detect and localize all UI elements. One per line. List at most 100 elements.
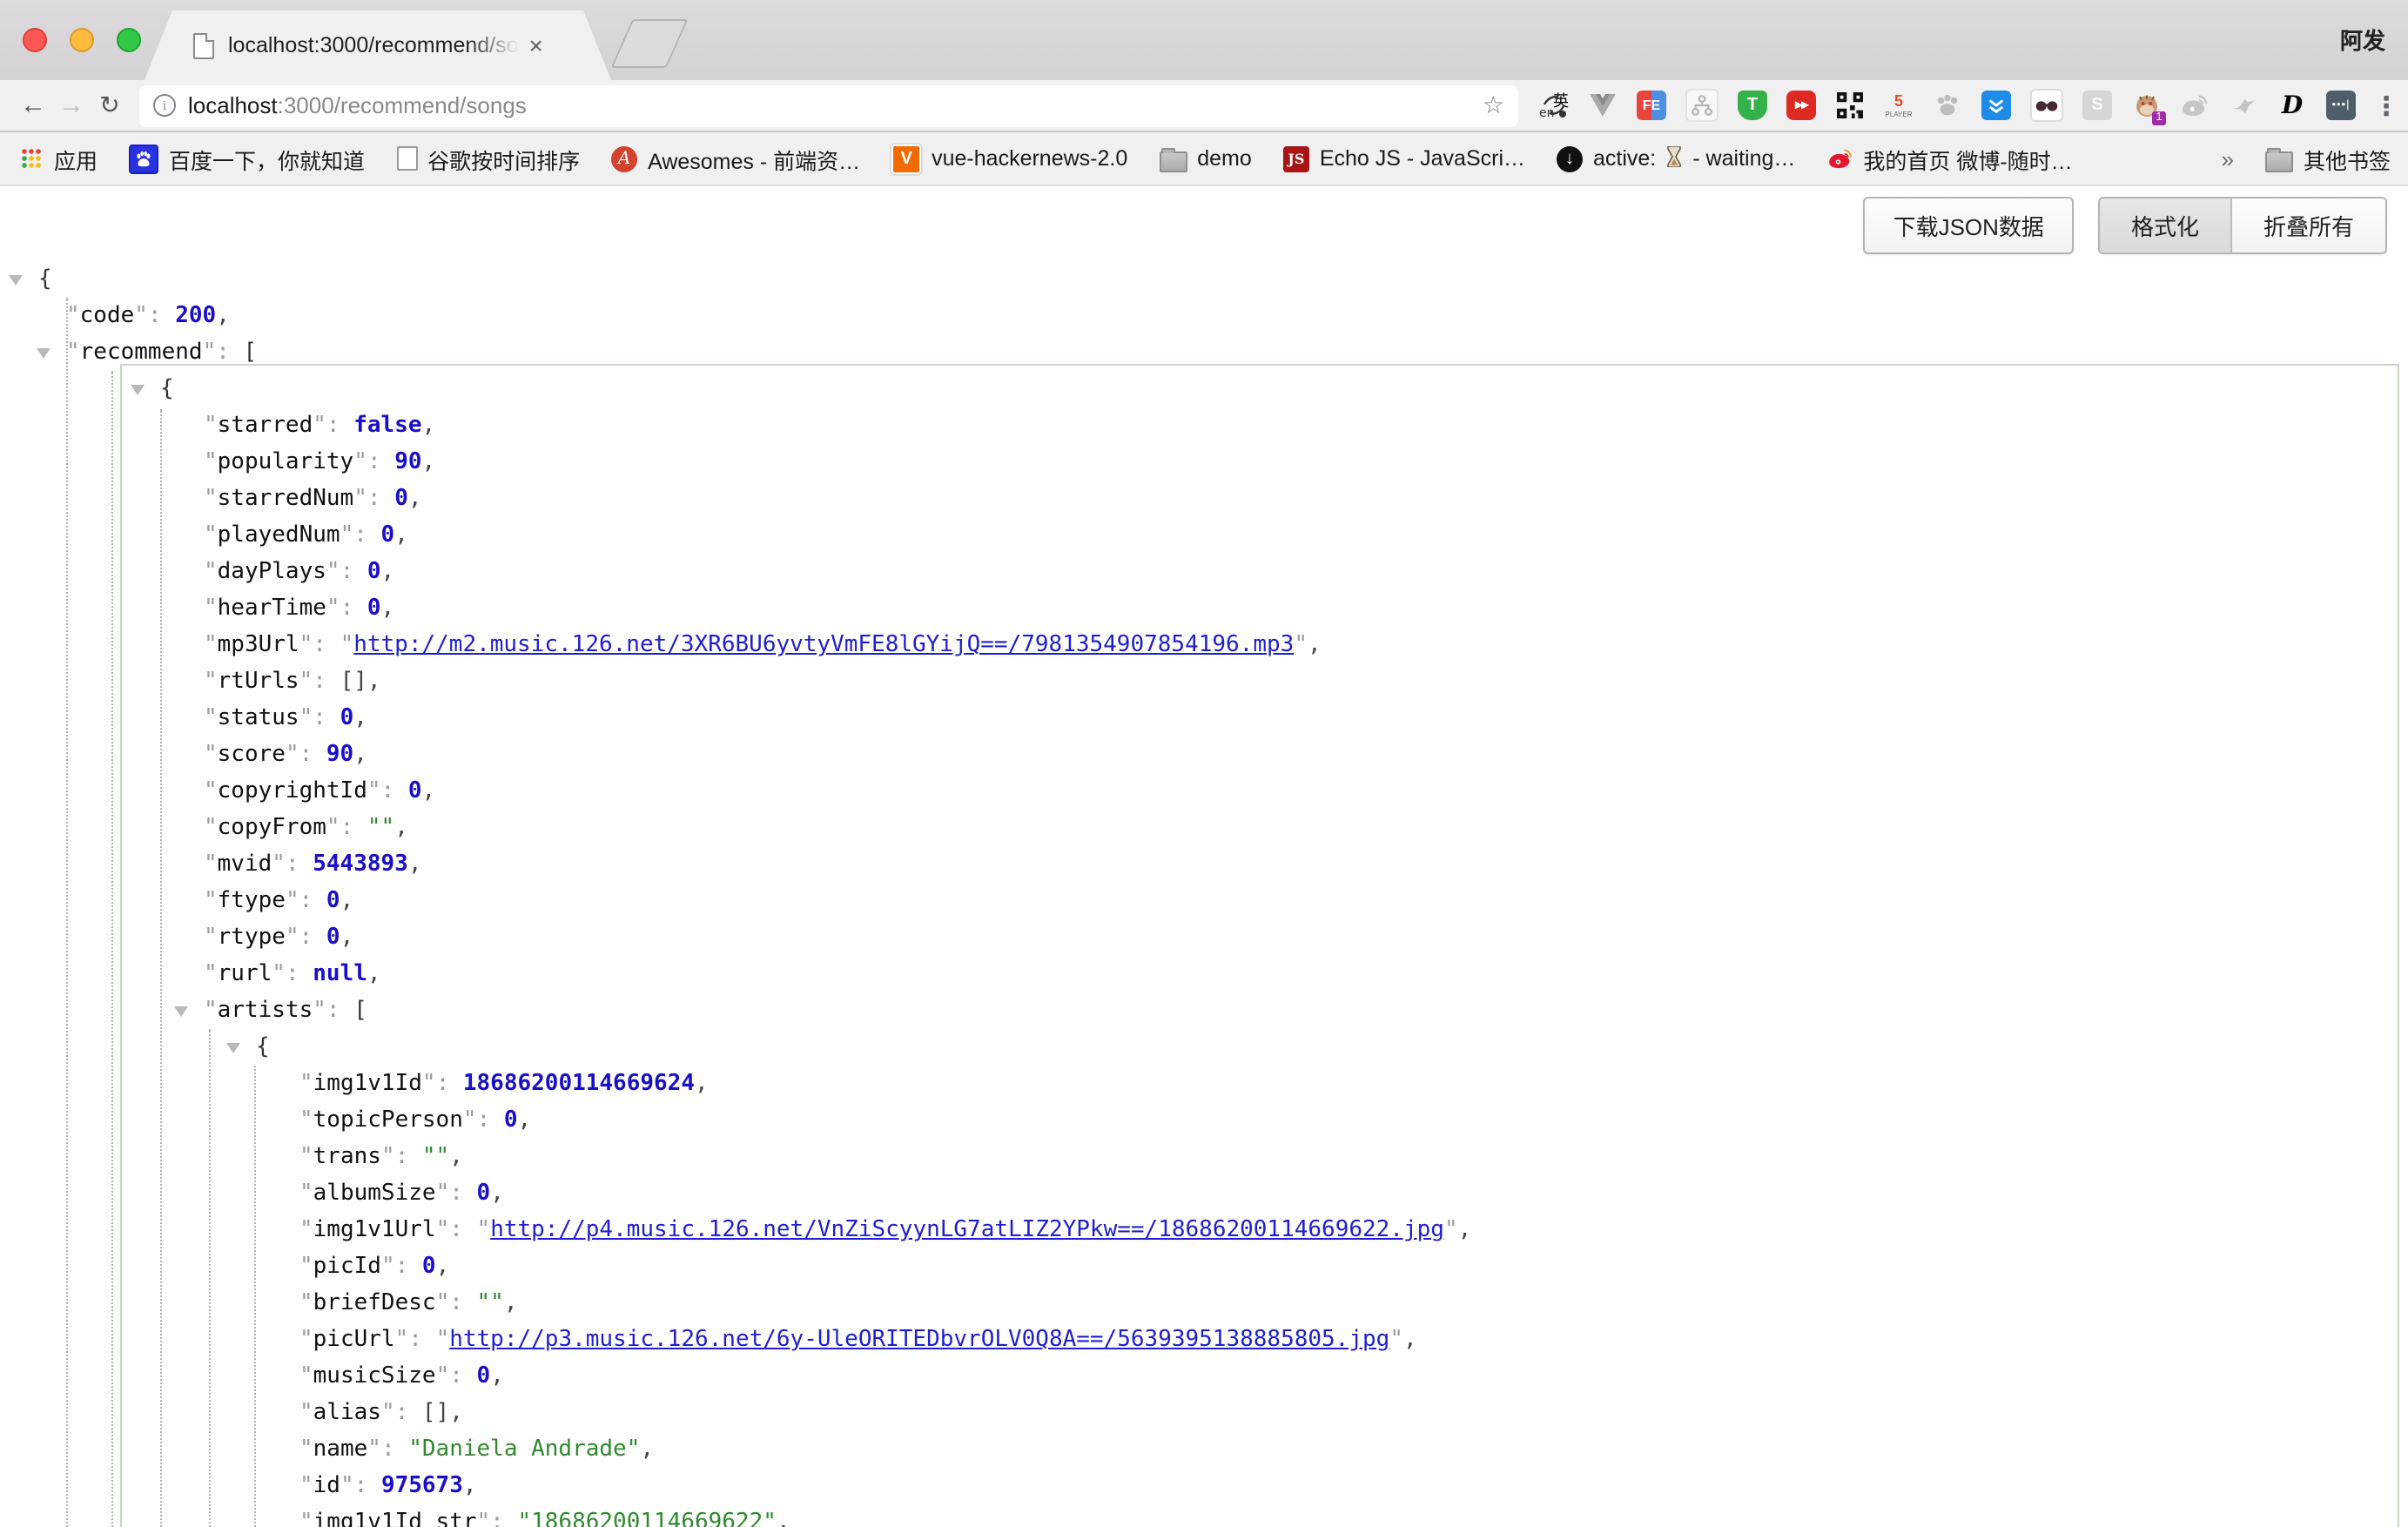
vue-devtools-extension-icon[interactable]: [1588, 91, 1618, 120]
json-number-value: 90: [394, 449, 421, 475]
json-key: id: [313, 1473, 340, 1499]
json-number-value: 200: [175, 303, 216, 329]
download-json-button[interactable]: 下载JSON数据: [1864, 197, 2074, 254]
collapse-toggle-icon[interactable]: [9, 275, 23, 286]
json-key: score: [218, 742, 286, 768]
format-button[interactable]: 格式化: [2100, 198, 2230, 252]
weibo-extension-icon[interactable]: [2180, 91, 2210, 120]
json-string-value: "": [367, 815, 394, 841]
collapse-toggle-icon[interactable]: [226, 1043, 240, 1053]
sitemap-extension-icon[interactable]: [1685, 89, 1719, 122]
back-icon[interactable]: ←: [14, 91, 52, 120]
qr-code-extension-icon[interactable]: [1835, 91, 1865, 120]
json-key: name: [313, 1436, 368, 1463]
weibo-icon: [1826, 145, 1853, 172]
json-number-value: 975673: [381, 1473, 463, 1499]
json-line: "hearTime": 0,: [0, 590, 2408, 627]
json-line: "rtype": 0,: [0, 919, 2408, 956]
bookmark-label: 应用: [54, 142, 98, 175]
folder-icon: [2265, 151, 2293, 172]
json-key: code: [80, 303, 135, 329]
browser-tab[interactable]: localhost:3000/recommend/so ×: [145, 10, 611, 80]
collapse-all-button[interactable]: 折叠所有: [2230, 198, 2385, 252]
dashlane-extension-icon[interactable]: •••|: [2326, 91, 2356, 120]
incognito-doc-extension-icon[interactable]: [2030, 89, 2063, 122]
bookmark-vue-hackernews[interactable]: V vue-hackernews-2.0: [891, 144, 1127, 173]
url-text[interactable]: localhost:3000/recommend/songs: [188, 92, 527, 118]
url-host: localhost: [188, 92, 278, 118]
url-path: :3000/recommend/songs: [278, 92, 527, 118]
zoom-window-button[interactable]: [117, 28, 141, 52]
json-number-value: false: [353, 413, 421, 439]
json-empty-array: []: [340, 669, 367, 695]
json-key: trans: [313, 1144, 381, 1170]
new-tab-button[interactable]: [611, 19, 689, 68]
minimize-window-button[interactable]: [70, 28, 94, 52]
bookmarks-overflow-icon[interactable]: »: [2222, 145, 2234, 172]
reload-icon[interactable]: ↻: [91, 91, 129, 120]
bookmark-active-waiting[interactable]: ↓ active: - waiting…: [1557, 145, 1795, 172]
json-key: starredNum: [218, 486, 354, 512]
json-key: picUrl: [313, 1327, 395, 1353]
hummingbird-extension-icon[interactable]: [2229, 91, 2258, 120]
json-line: "ftype": 0,: [0, 883, 2408, 919]
json-key: ftype: [218, 888, 286, 914]
bookmark-apps[interactable]: 应用: [17, 142, 98, 175]
tampermonkey-extension-icon[interactable]: 1: [2131, 91, 2161, 120]
json-number-value: 0: [367, 595, 381, 622]
json-key: starred: [218, 413, 313, 439]
bookmark-folder-other[interactable]: 其他书签: [2265, 142, 2391, 175]
bookmark-weibo-home[interactable]: 我的首页 微博-随时…: [1826, 142, 2072, 175]
offline-download-extension-icon[interactable]: [1981, 91, 2011, 120]
collapse-toggle-icon[interactable]: [131, 385, 145, 395]
chrome-menu-icon[interactable]: ⋮: [2373, 90, 2399, 121]
collapse-toggle-icon[interactable]: [174, 1006, 188, 1017]
bookmark-folder-demo[interactable]: demo: [1159, 145, 1252, 172]
json-number-value: null: [313, 961, 367, 987]
json-number-value: 90: [326, 742, 353, 768]
bookmark-echojs[interactable]: JS Echo JS - JavaScri…: [1283, 145, 1525, 172]
json-line: "name": "Daniela Andrade",: [0, 1431, 2408, 1468]
awesomes-icon: A: [611, 145, 637, 172]
translate-extension-icon[interactable]: en 英: [1539, 91, 1569, 120]
json-line: "recommend": [: [0, 334, 2408, 371]
json-url-link[interactable]: http://p3.music.126.net/6y-UleORITEDbvrO…: [449, 1327, 1389, 1353]
json-key: hearTime: [218, 595, 326, 622]
fe-extension-icon[interactable]: FE: [1637, 91, 1666, 120]
json-url-link[interactable]: http://m2.music.126.net/3XR6BU6yvtyVmFE8…: [353, 632, 1294, 658]
json-key: rtUrls: [218, 669, 299, 695]
extensions-row: en 英 FE T ▶▶ 5 PLAYER: [1539, 89, 2356, 122]
profile-name[interactable]: 阿发: [2340, 23, 2385, 56]
json-line: {: [0, 1029, 2408, 1066]
bookmark-label-pre: active:: [1593, 146, 1656, 171]
bookmark-baidu[interactable]: 百度一下，你就知道: [129, 142, 365, 175]
shield-extension-icon[interactable]: T: [1738, 91, 1767, 120]
json-number-value: 0: [504, 1107, 518, 1133]
page-content: 下载JSON数据 格式化 折叠所有 {"code": 200,"recommen…: [0, 186, 2408, 1527]
bookmark-google-sort[interactable]: 谷歌按时间排序: [396, 142, 580, 175]
json-url-link[interactable]: http://p4.music.126.net/VnZiScyynLG7atLI…: [490, 1217, 1444, 1243]
extension-badge: 1: [2152, 111, 2166, 125]
html5-player-extension-icon[interactable]: 5 PLAYER: [1884, 91, 1914, 120]
bookmark-label-post: - waiting…: [1692, 146, 1795, 171]
bookmark-star-icon[interactable]: ☆: [1483, 91, 1504, 120]
json-line: "artists": [: [0, 992, 2408, 1029]
json-key: rtype: [218, 925, 286, 951]
bookmark-label: 我的首页 微博-随时…: [1863, 142, 2072, 175]
json-string-value: "": [477, 1290, 504, 1316]
tab-close-icon[interactable]: ×: [529, 33, 543, 57]
site-info-icon[interactable]: i: [153, 94, 176, 117]
json-line: "dayPlays": 0,: [0, 554, 2408, 590]
json-number-value: 0: [326, 888, 340, 914]
fast-forward-extension-icon[interactable]: ▶▶: [1786, 91, 1816, 120]
paw-extension-icon[interactable]: [1933, 91, 1962, 120]
s-extension-icon[interactable]: S: [2082, 91, 2112, 120]
json-tree: {"code": 200,"recommend": [{"starred": f…: [0, 261, 2408, 1527]
collapse-toggle-icon[interactable]: [37, 348, 50, 359]
close-window-button[interactable]: [23, 28, 47, 52]
address-bar[interactable]: i localhost:3000/recommend/songs ☆: [139, 84, 1518, 126]
d-extension-icon[interactable]: D: [2277, 91, 2307, 120]
bookmark-awesomes[interactable]: A Awesomes - 前端资…: [611, 142, 860, 175]
json-line: "score": 90,: [0, 737, 2408, 773]
json-line: "id": 975673,: [0, 1468, 2408, 1504]
